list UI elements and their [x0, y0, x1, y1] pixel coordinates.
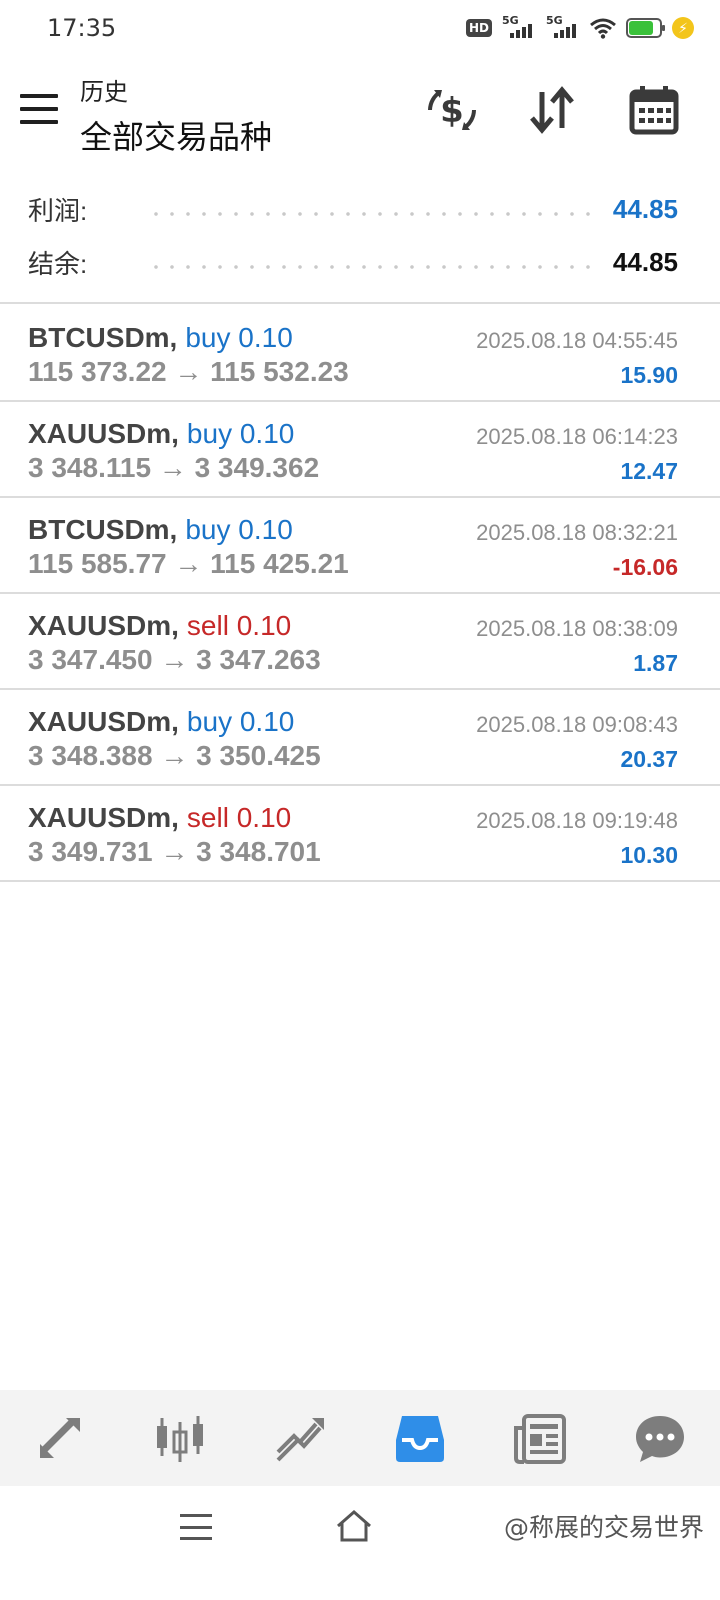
watermark-text: @称展的交易世界	[503, 1513, 704, 1542]
charging-icon: ⚡	[672, 17, 694, 39]
symbol-filter-title[interactable]: 全部交易品种	[80, 112, 272, 158]
bottom-navigation	[0, 1390, 720, 1486]
status-time: 17:35	[47, 14, 117, 42]
app-header: 历史 全部交易品种 $	[0, 60, 720, 170]
profit-value: 44.85	[612, 193, 678, 224]
trade-time: 2025.08.18 08:32:21	[476, 520, 678, 545]
trade-prices: 115 585.77 → 115 425.21	[28, 548, 349, 579]
nav-news[interactable]	[480, 1390, 600, 1486]
trade-row[interactable]: BTCUSDm, buy 0.10 115 373.22 → 115 532.23…	[0, 306, 720, 402]
wifi-icon	[590, 18, 616, 39]
trade-profit: 20.37	[620, 746, 678, 772]
nav-history[interactable]	[360, 1390, 480, 1486]
trade-symbol: BTCUSDm,	[28, 514, 178, 545]
status-bar: 17:35 HD 5G 5G ⚡	[0, 0, 720, 56]
nav-chat[interactable]	[600, 1390, 720, 1486]
trade-side: sell 0.10	[186, 610, 292, 641]
trade-time: 2025.08.18 04:55:45	[476, 328, 678, 353]
nav-chart[interactable]	[120, 1390, 240, 1486]
trade-time: 2025.08.18 09:19:48	[476, 808, 678, 833]
hd-icon: HD	[465, 19, 492, 37]
nav-quotes[interactable]	[0, 1390, 120, 1486]
trade-side: sell 0.10	[186, 802, 292, 833]
chart-icon	[157, 1416, 203, 1462]
trade-history-list: BTCUSDm, buy 0.10 115 373.22 → 115 532.23…	[0, 306, 720, 882]
trade-symbol: XAUUSDm,	[28, 802, 179, 833]
news-icon	[514, 1414, 566, 1464]
menu-icon[interactable]	[20, 94, 58, 124]
header-subtitle: 历史	[80, 79, 128, 106]
trade-profit: 10.30	[620, 842, 678, 868]
balance-value: 44.85	[612, 246, 678, 277]
trade-symbol: XAUUSDm,	[28, 610, 179, 641]
svg-text:$: $	[440, 91, 464, 131]
summary-panel: 利润: 44.85 结余: 44.85	[0, 180, 720, 304]
trade-icon	[276, 1418, 324, 1462]
trade-row[interactable]: BTCUSDm, buy 0.10 115 585.77 → 115 425.21…	[0, 498, 720, 594]
trade-prices: 3 347.450 → 3 347.263	[28, 644, 321, 675]
trade-row[interactable]: XAUUSDm, sell 0.10 3 349.731 → 3 348.701 …	[0, 786, 720, 882]
trade-prices: 115 373.22 → 115 532.23	[28, 356, 349, 387]
sort-icon[interactable]	[524, 82, 580, 138]
recent-apps-icon[interactable]	[180, 1514, 212, 1540]
trade-time: 2025.08.18 08:38:09	[476, 616, 678, 641]
trade-row[interactable]: XAUUSDm, buy 0.10 3 348.388 → 3 350.425 2…	[0, 690, 720, 786]
signal-icon-2: 5G	[546, 14, 580, 40]
trade-row[interactable]: XAUUSDm, sell 0.10 3 347.450 → 3 347.263 …	[0, 594, 720, 690]
status-icons: HD 5G 5G ⚡	[465, 14, 694, 42]
trade-prices: 3 348.115 → 3 349.362	[28, 452, 320, 483]
dotted-leader	[148, 265, 597, 269]
home-icon[interactable]	[334, 1506, 374, 1546]
profit-row: 利润: 44.85	[28, 189, 678, 229]
trade-side: buy 0.10	[186, 418, 295, 449]
system-navigation-bar: @称展的交易世界	[0, 1486, 720, 1600]
chat-icon	[636, 1416, 684, 1462]
trade-time: 2025.08.18 09:08:43	[476, 712, 678, 737]
trade-prices: 3 348.388 → 3 350.425	[28, 740, 321, 771]
trade-side: buy 0.10	[185, 514, 293, 545]
history-icon	[396, 1416, 444, 1462]
trade-profit: 12.47	[620, 458, 678, 484]
trade-symbol: XAUUSDm,	[28, 706, 179, 737]
balance-row: 结余: 44.85	[28, 242, 678, 282]
trade-profit: -16.06	[612, 554, 678, 580]
trade-profit: 15.90	[620, 362, 678, 388]
profit-label: 利润:	[28, 195, 88, 226]
balance-label: 结余:	[28, 248, 88, 279]
trade-profit: 1.87	[633, 650, 678, 676]
trade-row[interactable]: XAUUSDm, buy 0.10 3 348.115 → 3 349.362 2…	[0, 402, 720, 498]
trade-prices: 3 349.731 → 3 348.701	[28, 836, 321, 867]
trade-time: 2025.08.18 06:14:23	[476, 424, 678, 449]
battery-icon	[626, 18, 665, 38]
currency-exchange-icon[interactable]: $	[424, 82, 480, 138]
trade-symbol: BTCUSDm,	[28, 322, 178, 353]
signal-icon-1: 5G	[502, 14, 536, 40]
dotted-leader	[148, 212, 597, 216]
nav-trade[interactable]	[240, 1390, 360, 1486]
trade-symbol: XAUUSDm,	[28, 418, 179, 449]
quotes-icon	[40, 1418, 80, 1458]
trade-side: buy 0.10	[185, 322, 293, 353]
calendar-icon[interactable]	[626, 82, 682, 138]
trade-side: buy 0.10	[186, 706, 295, 737]
